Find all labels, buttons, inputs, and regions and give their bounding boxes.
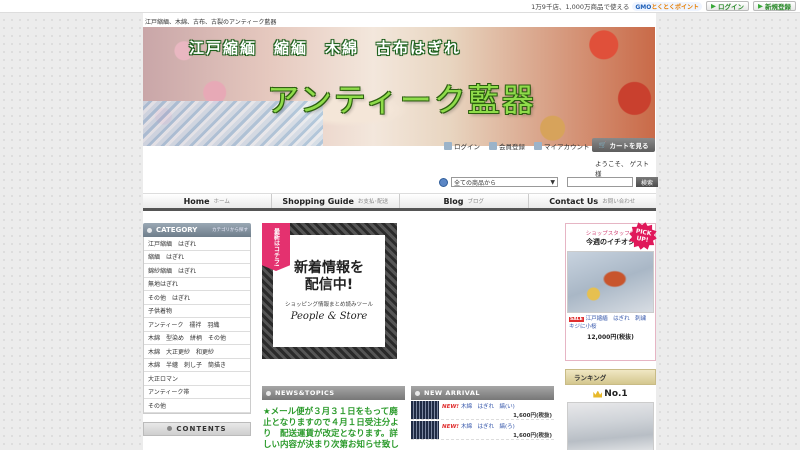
top-bar: 1万9千店、1,000万商品で使える GMOとくとくポイント ▶ ログイン ▶ 新規… <box>0 0 800 13</box>
cart-icon: 🛒 <box>598 141 607 149</box>
search-input[interactable] <box>567 177 633 187</box>
member-links: ログイン 会員登録 マイアカウント <box>444 141 590 151</box>
product-name[interactable]: 木綿 はぎれ 縞(ろ) <box>461 424 515 430</box>
category-item[interactable]: アンティーク 襦袢 羽織 <box>144 318 250 332</box>
login-icon <box>444 142 452 150</box>
bullet-icon <box>266 390 271 396</box>
bullet-icon <box>415 390 420 396</box>
product-thumbnail[interactable] <box>411 400 439 419</box>
category-item[interactable]: 錦紗縮緬 はぎれ <box>144 264 250 278</box>
product-price: 1,600円(税抜) <box>513 412 552 419</box>
category-item[interactable]: 木綿 大正更紗 和更紗 <box>144 345 250 359</box>
arrival-item[interactable]: NEW! 木綿 はぎれ 縞(い) 1,600円(税抜) <box>411 400 554 420</box>
banner-subtitle: 江戸縮緬 縮緬 木綿 古布はぎれ <box>189 39 462 57</box>
top-login-button[interactable]: ▶ ログイン <box>706 1 749 11</box>
login-link[interactable]: ログイン <box>444 141 480 151</box>
pickup-product-name[interactable]: SALE 江戸縮緬 はぎれ 刺繍 キジに小桜 <box>569 316 652 331</box>
top-register-button[interactable]: ▶ 新規登録 <box>753 1 796 11</box>
ad-badge: 最新はコチラ! <box>262 223 290 271</box>
category-item[interactable]: 子供着物 <box>144 305 250 318</box>
category-item[interactable]: 縮緬 はぎれ <box>144 251 250 264</box>
ranking-box: ランキング No.1 <box>565 369 656 450</box>
news-body[interactable]: ★メール便が３月３１日をもって廃止となりますので４月１日受注分より 配送運賃が改… <box>262 400 405 450</box>
global-nav: Home ホーム Shopping Guide お支払･配送 Blog ブログ Con… <box>143 193 656 211</box>
arrival-header: NEW ARRIVAL <box>411 386 554 400</box>
register-link[interactable]: 会員登録 <box>489 141 525 151</box>
arrow-right-icon: ▶ <box>758 2 763 10</box>
news-box: NEWS&TOPICS ★メール便が３月３１日をもって廃止となりますので４月１日… <box>262 386 405 450</box>
arrival-item[interactable]: NEW! 木綿 はぎれ 縞(ろ) 1,600円(税抜) <box>411 420 554 440</box>
ad-line1: 新着情報を <box>294 259 364 276</box>
category-item[interactable]: その他 はぎれ <box>144 291 250 305</box>
category-item[interactable]: その他 <box>144 399 250 413</box>
promo-text: 1万9千店、1,000万商品で使える <box>531 3 630 11</box>
point-promo[interactable]: 1万9千店、1,000万商品で使える GMOとくとくポイント <box>531 1 702 11</box>
bullet-icon <box>167 426 173 431</box>
ad-line3: ショッピング情報まとめ読みツール <box>284 302 373 309</box>
pickup-badge: PICK UP! <box>627 220 659 252</box>
search-category-select[interactable]: 全ての商品から ▼ <box>451 177 558 187</box>
arrow-right-icon: ▶ <box>711 2 716 10</box>
pickup-price: 12,000円(税抜) <box>587 334 634 342</box>
people-store-banner[interactable]: 新着情報を 配信中! ショッピング情報まとめ読みツール People & Sto… <box>262 223 397 359</box>
ranking-header: ランキング <box>565 369 656 385</box>
nav-contact[interactable]: Contact Us お問い合わせ <box>529 194 657 208</box>
account-icon <box>534 142 542 150</box>
category-item[interactable]: 木綿 型染め 絣柄 その他 <box>144 332 250 345</box>
news-header: NEWS&TOPICS <box>262 386 405 400</box>
product-thumbnail[interactable] <box>411 420 439 439</box>
category-item[interactable]: 木綿 半纏 刺し子 筒描き <box>144 359 250 372</box>
category-item[interactable]: アンティーク帯 <box>144 386 250 399</box>
page-container: 江戸縮緬、木綿、古布、古裂のアンティーク藍器 江戸縮緬 縮緬 木綿 古布はぎれ … <box>143 13 656 450</box>
user-add-icon <box>489 142 497 150</box>
rank-number: No.1 <box>565 389 656 399</box>
category-item[interactable]: 大正ロマン <box>144 372 250 386</box>
pickup-product-image[interactable] <box>567 251 654 313</box>
search-bar: 全ての商品から ▼ 検索 <box>439 177 658 187</box>
site-tagline: 江戸縮緬、木綿、古布、古裂のアンティーク藍器 <box>145 19 277 26</box>
ranking-product-image[interactable] <box>567 402 654 450</box>
ad-line2: 配信中! <box>304 276 354 293</box>
product-price: 1,600円(税抜) <box>513 432 552 439</box>
search-globe-icon <box>439 177 448 187</box>
bullet-icon <box>147 227 152 233</box>
view-cart-button[interactable]: 🛒 カートを見る <box>592 138 655 152</box>
new-badge: NEW! <box>442 423 459 430</box>
ad-brand: People & Store <box>290 311 368 323</box>
gmo-point-logo: GMOとくとくポイント <box>632 1 702 11</box>
nav-blog[interactable]: Blog ブログ <box>400 194 529 208</box>
category-list: 江戸縮緬 はぎれ 縮緬 はぎれ 錦紗縮緬 はぎれ 無地はぎれ その他 はぎれ 子… <box>143 237 251 414</box>
banner-title: アンティーク藍器 <box>267 81 536 119</box>
nav-home[interactable]: Home ホーム <box>143 194 272 208</box>
product-name[interactable]: 木綿 はぎれ 縞(い) <box>461 404 515 410</box>
new-badge: NEW! <box>442 403 459 410</box>
account-link[interactable]: マイアカウント <box>534 141 590 151</box>
nav-shopping-guide[interactable]: Shopping Guide お支払･配送 <box>272 194 400 208</box>
search-button[interactable]: 検索 <box>636 177 658 187</box>
welcome-message: ようこそ、 ゲスト 様 <box>595 160 650 178</box>
contents-header: CONTENTS <box>143 421 251 436</box>
sidebar: CATEGORY カテゴリから探す 江戸縮緬 はぎれ 縮緬 はぎれ 錦紗縮緬 は… <box>143 223 251 436</box>
category-header: CATEGORY カテゴリから探す <box>143 223 251 237</box>
crown-icon <box>593 390 603 398</box>
category-item[interactable]: 江戸縮緬 はぎれ <box>144 237 250 251</box>
header-banner[interactable]: 江戸縮緬 縮緬 木綿 古布はぎれ アンティーク藍器 <box>143 27 655 146</box>
chevron-down-icon: ▼ <box>550 178 555 186</box>
new-arrival-box: NEW ARRIVAL NEW! 木綿 はぎれ 縞(い) 1,600円(税抜) N… <box>411 386 554 440</box>
sale-badge: SALE <box>569 317 584 322</box>
category-item[interactable]: 無地はぎれ <box>144 278 250 291</box>
pickup-box: PICK UP! ショップスタッフの 今週のイチオシ SALE 江戸縮緬 はぎれ … <box>565 223 656 361</box>
